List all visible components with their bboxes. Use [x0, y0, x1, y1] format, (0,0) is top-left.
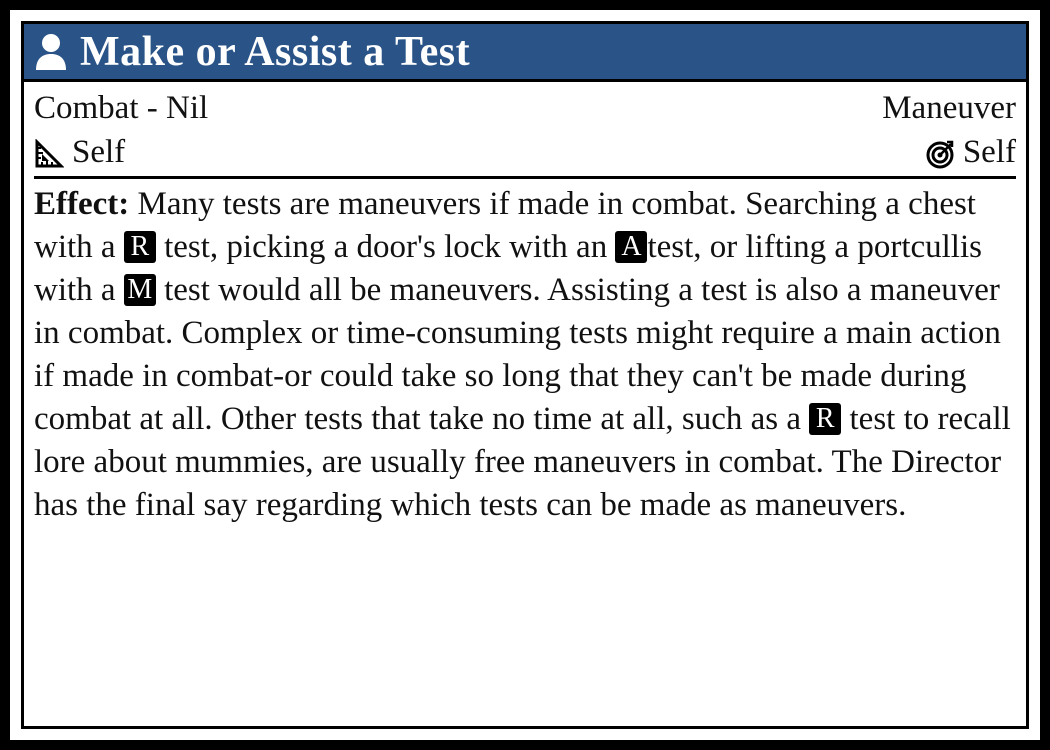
characteristic-badge-reason: R: [809, 403, 842, 435]
distance: Self: [34, 130, 125, 174]
ability-card: Make or Assist a Test Combat - Nil Maneu…: [21, 21, 1029, 729]
ruler-triangle-icon: [34, 137, 65, 168]
meta-row-distance-target: Self Self: [34, 130, 1016, 174]
card-meta: Combat - Nil Maneuver Self Self: [24, 82, 1026, 174]
effect-segment-2: test, picking a door's lock with an: [155, 229, 616, 265]
effect-label: Effect:: [34, 186, 130, 222]
target-text: Self: [962, 134, 1016, 170]
action-type-text: Maneuver: [882, 90, 1016, 126]
title-bar: Make or Assist a Test: [24, 24, 1026, 82]
card-frame: Make or Assist a Test Combat - Nil Maneu…: [10, 10, 1040, 740]
effect-text: Effect: Many tests are maneuvers if made…: [24, 179, 1026, 527]
person-icon: [34, 33, 68, 71]
card-title: Make or Assist a Test: [80, 28, 471, 75]
target: Self: [925, 130, 1016, 174]
characteristic-badge-reason: R: [123, 231, 156, 263]
target-icon: [925, 137, 955, 169]
keywords-text: Combat - Nil: [34, 90, 209, 126]
characteristic-badge-might: M: [123, 274, 156, 306]
distance-text: Self: [72, 134, 126, 170]
characteristic-badge-agility: A: [615, 231, 648, 263]
meta-row-keywords: Combat - Nil Maneuver: [34, 86, 1016, 130]
